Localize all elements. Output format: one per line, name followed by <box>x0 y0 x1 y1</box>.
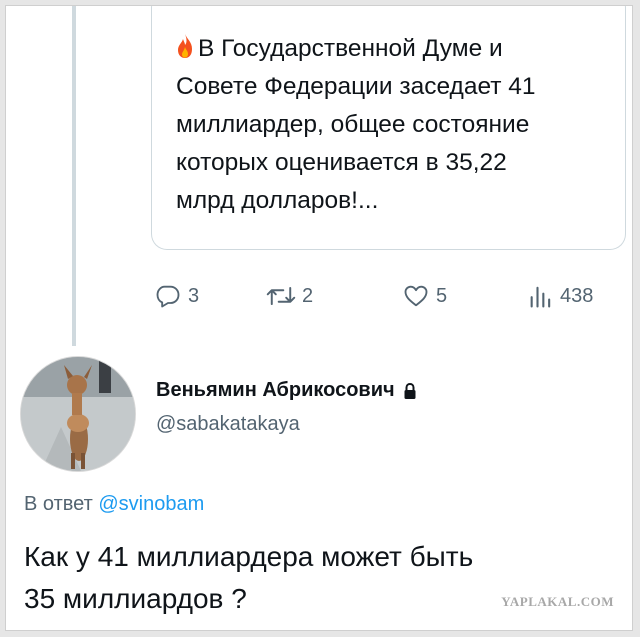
avatar[interactable] <box>20 356 136 472</box>
like-count: 5 <box>436 284 448 307</box>
quoted-line: которых оценивается в 35,22 <box>176 149 507 176</box>
retweet-count: 2 <box>302 284 314 307</box>
views-count: 438 <box>560 284 594 307</box>
retweet-button[interactable]: 2 <box>266 278 313 314</box>
author-name: Веньямин Абрикосович <box>156 379 395 401</box>
reply-text-line: Как у 41 миллиардера может быть <box>24 541 474 572</box>
like-button[interactable]: 5 <box>402 278 447 314</box>
reply-to-mention[interactable]: @svinobam <box>98 493 204 515</box>
author-handle[interactable]: @sabakatakaya <box>156 413 300 436</box>
reply-to-prefix: В ответ <box>24 493 93 515</box>
thread-line <box>72 6 76 346</box>
quoted-line: млрд долларов!... <box>176 187 379 214</box>
watermark: YAPLAKAL.COM <box>501 594 614 609</box>
reply-icon <box>156 285 180 308</box>
author-name-row[interactable]: Веньямин Абрикосович <box>156 379 417 402</box>
tweet-screenshot: В Государственной Думе и Совете Федераци… <box>5 5 633 631</box>
quoted-line: Совете Федерации заседает 41 <box>176 73 536 100</box>
reply-to-line: В ответ @svinobam <box>24 493 204 516</box>
views-button[interactable]: 438 <box>528 278 593 314</box>
reply-button[interactable]: 3 <box>154 278 199 314</box>
quoted-line: миллиардер, общее состояние <box>176 111 530 138</box>
dog-avatar-icon <box>21 357 135 471</box>
fire-icon <box>178 34 192 58</box>
quoted-line: В Государственной Думе и <box>176 30 616 68</box>
like-icon <box>404 285 428 307</box>
views-icon <box>530 286 551 308</box>
tweet-actions-bar: 3 2 5 438 <box>154 278 624 314</box>
reply-count: 3 <box>188 284 200 307</box>
retweet-icon <box>266 286 296 306</box>
lock-icon <box>404 382 416 399</box>
quoted-tweet-text: В Государственной Думе и Совете Федераци… <box>176 30 616 220</box>
